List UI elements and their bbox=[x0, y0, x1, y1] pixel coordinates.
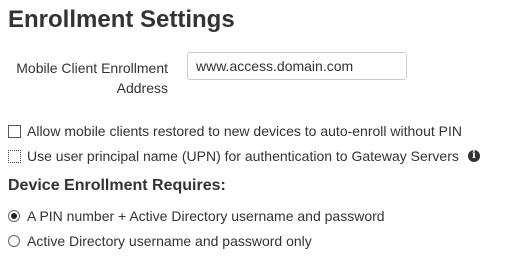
info-icon[interactable]: i bbox=[467, 150, 480, 162]
page-title: Enrollment Settings bbox=[8, 6, 235, 33]
device-enrollment-heading: Device Enrollment Requires: bbox=[8, 177, 226, 194]
pin-and-ad-radio-row[interactable]: A PIN number + Active Directory username… bbox=[8, 207, 385, 225]
enrollment-address-label: Mobile Client Enrollment Address bbox=[16, 60, 168, 96]
ad-only-label: Active Directory username and password o… bbox=[27, 233, 312, 249]
upn-label: Use user principal name (UPN) for authen… bbox=[27, 148, 459, 164]
pin-and-ad-radio[interactable] bbox=[8, 210, 20, 222]
auto-enroll-checkbox[interactable] bbox=[8, 124, 21, 138]
enrollment-settings-page: Enrollment Settings Mobile Client Enroll… bbox=[0, 0, 526, 262]
enrollment-address-input[interactable] bbox=[187, 52, 407, 80]
auto-enroll-label: Allow mobile clients restored to new dev… bbox=[27, 123, 462, 139]
upn-checkbox[interactable] bbox=[8, 149, 21, 163]
ad-only-radio[interactable] bbox=[8, 235, 20, 247]
pin-and-ad-label: A PIN number + Active Directory username… bbox=[27, 208, 385, 224]
ad-only-radio-row[interactable]: Active Directory username and password o… bbox=[8, 232, 312, 250]
upn-checkbox-row[interactable]: Use user principal name (UPN) for authen… bbox=[8, 147, 480, 165]
auto-enroll-checkbox-row[interactable]: Allow mobile clients restored to new dev… bbox=[8, 122, 462, 140]
